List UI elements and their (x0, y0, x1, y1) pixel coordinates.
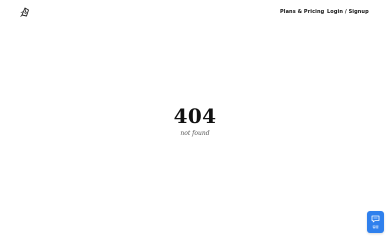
customer-service-chat-button[interactable]: 客服 (367, 211, 384, 233)
site-header: Plans & Pricing Login / Signup (0, 0, 390, 24)
chat-icon (371, 215, 380, 223)
chat-button-label: 客服 (372, 225, 379, 229)
logo-icon[interactable] (19, 6, 31, 18)
nav-login-signup-link[interactable]: Login / Signup (327, 8, 369, 16)
nav-plans-pricing-link[interactable]: Plans & Pricing (280, 8, 324, 16)
error-code: 404 (173, 104, 217, 128)
error-message: not found (180, 130, 210, 137)
error-section: 404 not found (0, 104, 390, 138)
